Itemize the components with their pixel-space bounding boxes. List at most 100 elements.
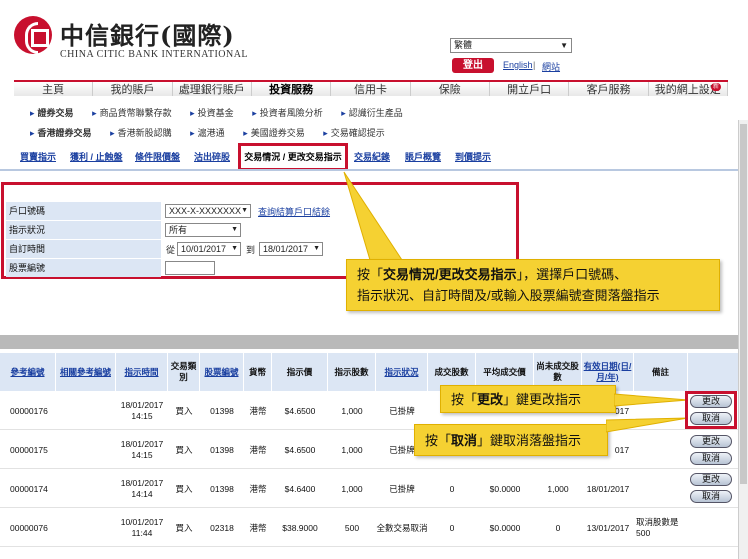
table-header: 參考編號 相關參考編號 指示時間 交易類別 股票編號 貨幣 指示價 指示股數 指… <box>0 353 738 391</box>
tab-trade-records[interactable]: 交易紀錄 <box>354 150 390 163</box>
bullet-icon: ▸ <box>92 108 97 118</box>
form-row-date: 自訂時間 從 10/01/2017 ▼ 到 18/01/2017 ▼ <box>6 240 518 258</box>
callout-instructions: 按「交易情況/更改交易指示」，選擇戶口號碼、 指示狀況、自訂時間及/或輸入股票編… <box>346 259 720 311</box>
bullet-icon: ▸ <box>341 108 346 118</box>
tab-odd-lot[interactable]: 沽出碎股 <box>194 150 230 163</box>
main-nav: 主頁 我的賬戶 處理銀行賬戶 投資服務 信用卡 保險 開立戶口 客戶服務 我的網… <box>14 80 728 96</box>
tab-order-status-highlight[interactable]: 交易情況 / 更改交易指示 <box>238 143 348 171</box>
col-type: 交易類別 <box>168 353 200 391</box>
nav-my-accounts[interactable]: 我的賬戶 <box>93 82 173 96</box>
date-to-select[interactable]: 18/01/2017 ▼ <box>259 242 323 256</box>
callout-pointer <box>606 417 689 433</box>
nav-credit-card[interactable]: 信用卡 <box>331 82 411 96</box>
chevron-down-icon: ▼ <box>231 245 238 252</box>
chevron-down-icon: ▼ <box>313 245 320 252</box>
english-link[interactable]: English <box>503 60 533 70</box>
nav-my-settings[interactable]: 我的網上設定新 <box>648 82 728 96</box>
subnav-row-2: ▸ 香港證券交易 ▸ 香港新股認購 ▸ 滬港通 ▸ 美國證券交易 ▸ 交易確認提示 <box>30 126 401 139</box>
chevron-down-icon: ▼ <box>560 41 568 50</box>
bullet-icon: ▸ <box>30 108 35 118</box>
nav-insurance[interactable]: 保險 <box>410 82 490 96</box>
subnav-hk-securities[interactable]: ▸ 香港證券交易 <box>30 128 100 138</box>
nav-investment[interactable]: 投資服務 <box>251 82 332 96</box>
chevron-down-icon: ▼ <box>231 226 238 233</box>
date-label: 自訂時間 <box>6 240 161 258</box>
vertical-scrollbar[interactable] <box>738 120 748 559</box>
logout-button[interactable]: 登出 <box>452 58 494 73</box>
bullet-icon: ▸ <box>323 128 328 138</box>
stock-code-input[interactable] <box>165 261 215 275</box>
bullet-icon: ▸ <box>190 128 195 138</box>
bullet-icon: ▸ <box>243 128 248 138</box>
cancel-button[interactable]: 取消 <box>690 412 732 425</box>
tab-conditional[interactable]: 條件限價盤 <box>135 150 180 163</box>
col-stock[interactable]: 股票編號 <box>200 353 244 391</box>
subnav-risk-profile[interactable]: ▸ 投資者風險分析 <box>252 108 331 118</box>
callout-amend: 按「更改」鍵更改指示 <box>440 385 616 413</box>
tab-order-status: 交易情況 / 更改交易指示 <box>244 152 342 162</box>
status-select[interactable]: 所有 ▼ <box>165 223 241 237</box>
table-row: 00000174 18/01/2017 14:14 買入 01398 港幣 $4… <box>0 470 738 508</box>
brand-name-cn: 中信銀行(國際) <box>60 21 235 50</box>
date-from-select[interactable]: 10/01/2017 ▼ <box>177 242 241 256</box>
col-price: 指示價 <box>272 353 328 391</box>
scrollbar-thumb[interactable] <box>740 124 747 484</box>
callout-pointer <box>614 393 689 407</box>
amend-button[interactable]: 更改 <box>690 395 732 408</box>
bank-logo[interactable]: 中信銀行(國際) CHINA CITIC BANK INTERNATIONAL <box>10 12 248 60</box>
subnav-stock-connect[interactable]: ▸ 滬港通 <box>190 128 233 138</box>
amend-button[interactable]: 更改 <box>690 435 732 448</box>
amend-button[interactable]: 更改 <box>690 473 732 486</box>
account-select[interactable]: XXX-X-XXXXXXX ▼ <box>165 204 251 218</box>
chevron-down-icon: ▼ <box>241 207 248 214</box>
tab-buy-sell[interactable]: 買賣指示 <box>20 150 56 163</box>
subnav-trade-confirm[interactable]: ▸ 交易確認提示 <box>323 128 393 138</box>
account-balance-link[interactable]: 查詢結算戶口結餘 <box>258 205 330 218</box>
col-time[interactable]: 指示時間 <box>116 353 168 391</box>
tab-account-overview[interactable]: 賬戶概覽 <box>405 150 441 163</box>
brand-name-en: CHINA CITIC BANK INTERNATIONAL <box>60 49 249 60</box>
separator: | <box>533 60 536 70</box>
tab-profit-stop[interactable]: 獲利 / 止蝕盤 <box>70 150 123 163</box>
citic-logo-icon <box>14 16 52 54</box>
subnav-row-1: ▸ 證券交易 ▸ 商品貨幣聯繫存款 ▸ 投資基金 ▸ 投資者風險分析 ▸ 認識衍生產品 <box>30 106 419 119</box>
nav-bank-accounts[interactable]: 處理銀行賬戶 <box>172 82 252 96</box>
cancel-button[interactable]: 取消 <box>690 490 732 503</box>
form-row-account: 戶口號碼 XXX-X-XXXXXXX ▼ 查詢結算戶口結餘 <box>6 202 518 220</box>
table-title-bar <box>0 335 738 349</box>
date-to-label: 到 <box>246 245 256 255</box>
stock-label: 股票編號 <box>6 259 161 277</box>
col-related-ref[interactable]: 相關參考編號 <box>56 353 116 391</box>
col-ref[interactable]: 參考編號 <box>0 353 56 391</box>
subnav-dual-currency[interactable]: ▸ 商品貨幣聯繫存款 <box>92 108 180 118</box>
language-select[interactable]: 繁體 ▼ <box>450 38 572 53</box>
subnav-securities[interactable]: ▸ 證券交易 <box>30 108 82 118</box>
date-from-label: 從 <box>166 245 176 255</box>
callout-pointer <box>343 171 403 261</box>
tab-price-alert[interactable]: 到價提示 <box>455 150 491 163</box>
subnav-hk-ipo[interactable]: ▸ 香港新股認購 <box>110 128 180 138</box>
callout-cancel: 按「取消」鍵取消落盤指示 <box>414 424 608 456</box>
col-status[interactable]: 指示狀況 <box>376 353 428 391</box>
col-qty: 指示股數 <box>328 353 376 391</box>
nav-home[interactable]: 主頁 <box>14 82 94 96</box>
nav-customer-service[interactable]: 客戶服務 <box>569 82 649 96</box>
table-row: 00000175 18/01/2017 14:15 買入 01398 港幣 $4… <box>0 431 738 469</box>
form-row-status: 指示狀況 所有 ▼ <box>6 221 518 239</box>
table-row: 00000076 10/01/2017 11:44 買入 02318 港幣 $3… <box>0 509 738 547</box>
nav-open-account[interactable]: 開立戶口 <box>489 82 570 96</box>
bullet-icon: ▸ <box>190 108 195 118</box>
bullet-icon: ▸ <box>252 108 257 118</box>
account-label: 戶口號碼 <box>6 202 161 220</box>
status-label: 指示狀況 <box>6 221 161 239</box>
cancel-button[interactable]: 取消 <box>690 452 732 465</box>
new-badge: 新 <box>710 83 721 91</box>
col-note: 備註 <box>634 353 688 391</box>
bullet-icon: ▸ <box>30 128 35 138</box>
bullet-icon: ▸ <box>110 128 115 138</box>
subnav-us-securities[interactable]: ▸ 美國證券交易 <box>243 128 313 138</box>
subnav-derivatives[interactable]: ▸ 認識衍生產品 <box>341 108 411 118</box>
sitemap-link[interactable]: 網站 <box>542 60 560 73</box>
col-ccy: 貨幣 <box>244 353 272 391</box>
subnav-funds[interactable]: ▸ 投資基金 <box>190 108 242 118</box>
